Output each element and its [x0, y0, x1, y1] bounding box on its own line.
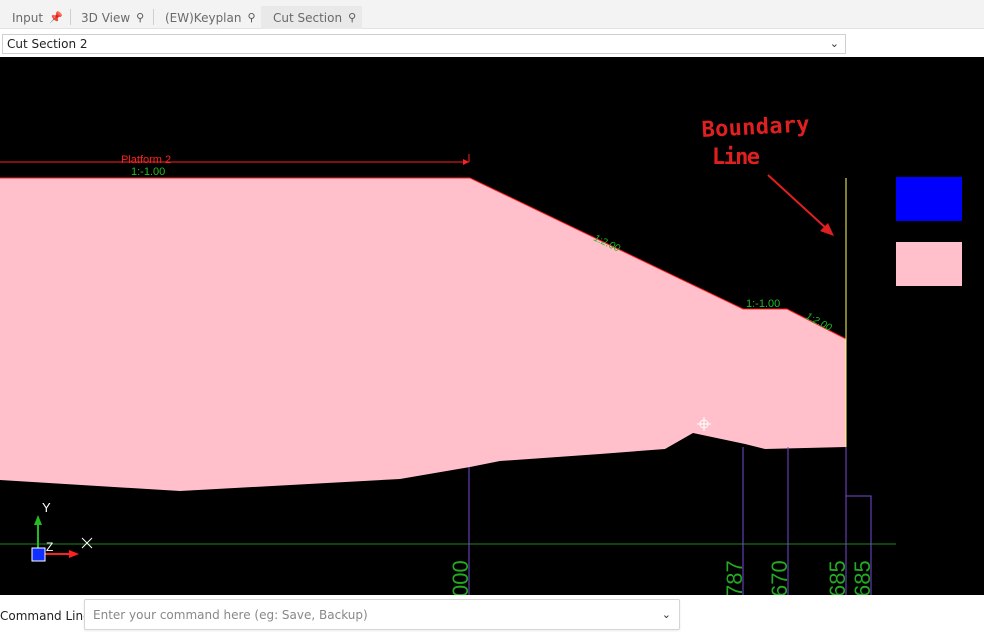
pin-outline-icon[interactable]: ⚲ — [348, 11, 356, 24]
command-input[interactable]: Enter your command here (eg: Save, Backu… — [84, 599, 680, 630]
tab-cut-section[interactable]: Cut Section ⚲ — [261, 6, 362, 29]
axis-label-y: Y — [42, 500, 51, 515]
view-selector-value: Cut Section 2 — [7, 37, 88, 51]
dimension-arrow-icon — [463, 159, 469, 165]
tab-label: Cut Section — [273, 10, 343, 25]
legend-swatch-blue — [896, 177, 962, 221]
command-input-placeholder: Enter your command here (eg: Save, Backu… — [93, 607, 368, 622]
tab-bar: Input 📌 3D View ⚲ (EW)Keyplan ⚲ Cut Sect… — [0, 0, 984, 29]
annotation-text: Boundary — [701, 112, 810, 143]
station-label: 787 — [722, 560, 747, 595]
cut-section-drawing: Platform 2 1:-1.00 1:2.00 1:-1.00 1:2.00… — [0, 112, 962, 595]
chevron-down-icon[interactable]: ⌄ — [662, 608, 671, 621]
station-label: 685 — [825, 560, 850, 595]
tab-input[interactable]: Input 📌 — [0, 6, 70, 29]
drawing-canvas[interactable]: Platform 2 1:-1.00 1:2.00 1:-1.00 1:2.00… — [0, 57, 984, 595]
pin-icon[interactable]: 📌 — [49, 11, 63, 24]
tab-label: Input — [12, 10, 44, 25]
platform-label: Platform 2 — [121, 154, 171, 166]
pin-outline-icon[interactable]: ⚲ — [136, 11, 144, 24]
slope-label: 1:-1.00 — [131, 166, 165, 178]
station-label: 670 — [767, 560, 792, 595]
tab-label: (EW)Keyplan — [165, 10, 242, 25]
ucs-axis-icon — [31, 515, 93, 562]
station-label: 685 — [850, 560, 875, 595]
earthwork-fill — [0, 178, 846, 491]
axis-label-z: Z — [46, 540, 53, 554]
annotation-arrow — [767, 174, 829, 231]
slope-label: 1:-1.00 — [746, 298, 780, 310]
tab-ew-keyplan[interactable]: (EW)Keyplan ⚲ — [153, 6, 261, 29]
view-selector[interactable]: Cut Section 2 ⌄ — [2, 34, 846, 54]
tab-3d-view[interactable]: 3D View ⚲ — [69, 6, 153, 29]
command-line-label: Command Line: — [0, 609, 95, 623]
chevron-down-icon[interactable]: ⌄ — [830, 37, 839, 50]
legend-swatch-pink — [896, 242, 962, 286]
command-bar: Command Line: Enter your command here (e… — [0, 595, 984, 636]
station-label: 000 — [448, 560, 473, 595]
annotation-text: Line — [712, 145, 760, 170]
tab-label: 3D View — [81, 10, 131, 25]
pin-outline-icon[interactable]: ⚲ — [247, 11, 255, 24]
